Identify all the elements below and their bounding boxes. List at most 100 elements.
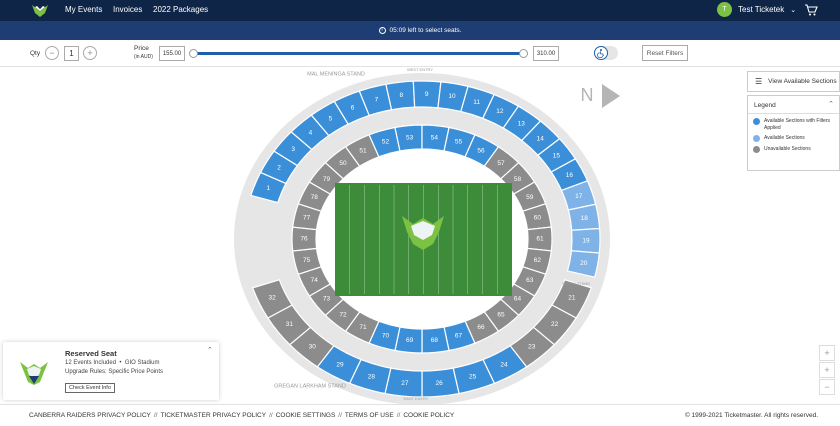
top-stand-label: MAL MENINGA STAND — [307, 71, 365, 77]
section-31-label: 31 — [286, 321, 294, 328]
footer-separator: // — [153, 412, 158, 419]
footer-link-cookie-policy[interactable]: COOKIE POLICY — [403, 412, 454, 419]
side-stand-label: SOUTH STAND — [562, 281, 590, 286]
section-14-label: 14 — [537, 135, 545, 142]
reset-filters-button[interactable]: Reset Filters — [642, 45, 688, 61]
info-icon: i — [378, 27, 386, 34]
nav-my-events[interactable]: My Events — [65, 5, 102, 14]
section-22-label: 22 — [551, 321, 559, 328]
legend-label-filtered: Available Sections with Filters Applied — [764, 118, 831, 131]
legend-title: Legend — [754, 102, 776, 109]
bottom-stand-label: GREGAN LARKHAM STAND — [274, 383, 346, 389]
section-12-label: 12 — [496, 108, 504, 115]
price-label: Price (in AUD) — [134, 45, 153, 61]
section-51-label: 51 — [359, 147, 367, 154]
section-52-label: 52 — [382, 139, 390, 146]
chevron-up-icon[interactable]: ⌃ — [207, 346, 213, 354]
nav-invoices[interactable]: Invoices — [113, 5, 142, 14]
section-60-label: 60 — [534, 215, 542, 222]
section-66-label: 66 — [477, 324, 485, 331]
section-63-label: 63 — [526, 277, 534, 284]
section-16-label: 16 — [566, 172, 574, 179]
accessibility-toggle[interactable] — [594, 46, 618, 60]
section-62-label: 62 — [534, 257, 542, 264]
price-max-input[interactable]: 310.00 — [533, 46, 559, 61]
section-19-label: 19 — [582, 237, 590, 244]
footer-link-ticketmaster-privacy[interactable]: TICKETMASTER PRIVACY POLICY — [160, 412, 266, 419]
section-75-label: 75 — [303, 257, 311, 264]
legend-item-unavailable: Unavailable Sections — [748, 146, 839, 153]
north-arrow-icon — [602, 84, 620, 108]
section-67-label: 67 — [455, 333, 463, 340]
footer-link-raiders-privacy[interactable]: CANBERRA RAIDERS PRIVACY POLICY — [29, 412, 151, 419]
section-74-label: 74 — [311, 277, 319, 284]
zoom-plus-button[interactable]: + — [819, 362, 835, 378]
section-1-label: 1 — [267, 185, 271, 192]
section-65-label: 65 — [497, 312, 505, 319]
reserved-seat-card: Reserved Seat 12 Events Included • GIO S… — [3, 342, 219, 400]
section-53-label: 53 — [406, 134, 414, 141]
section-32-label: 32 — [269, 295, 277, 302]
legend-header[interactable]: Legend ⌃ — [748, 96, 839, 114]
section-56-label: 56 — [477, 147, 485, 154]
section-64-label: 64 — [514, 296, 522, 303]
section-78-label: 78 — [311, 194, 319, 201]
legend-item-available: Available Sections — [748, 135, 839, 142]
section-58-label: 58 — [514, 176, 522, 183]
section-2-label: 2 — [277, 165, 281, 172]
section-29-label: 29 — [336, 361, 344, 368]
stadium-map: 12345678 9 1011121314151617181920212223242… — [234, 67, 620, 405]
section-70-label: 70 — [382, 333, 390, 340]
legend-item-filtered: Available Sections with Filters Applied — [748, 118, 839, 131]
zoom-out-button[interactable]: − — [819, 379, 835, 395]
section-25-label: 25 — [469, 374, 477, 381]
section-57-label: 57 — [497, 160, 505, 167]
canberra-raiders-logo[interactable] — [30, 2, 50, 18]
legend-panel: Legend ⌃ Available Sections with Filters… — [747, 95, 840, 171]
qty-value[interactable]: 1 — [64, 46, 79, 61]
west-entry-label: WEST ENTRY — [407, 67, 433, 72]
user-menu[interactable]: T Test Ticketek ⌄ — [717, 2, 796, 17]
zoom-in-button[interactable]: + — [819, 345, 835, 361]
footer: CANBERRA RAIDERS PRIVACY POLICY // TICKE… — [0, 404, 840, 426]
footer-separator: // — [396, 412, 401, 419]
footer-separator: // — [269, 412, 273, 419]
price-slider-max-handle[interactable] — [519, 49, 528, 58]
section-3-label: 3 — [291, 146, 295, 153]
section-61-label: 61 — [536, 236, 544, 243]
section-59-label: 59 — [526, 194, 534, 201]
qty-increase-button[interactable]: + — [83, 46, 97, 60]
section-68-label: 68 — [431, 337, 439, 344]
copyright: © 1999-2021 Ticketmaster. All rights res… — [684, 412, 818, 419]
view-available-sections-button[interactable]: ☰ View Available Sections — [747, 71, 840, 92]
legend-dot-filtered — [753, 118, 760, 125]
wheelchair-icon — [594, 46, 608, 60]
footer-link-cookie-settings[interactable]: COOKIE SETTINGS — [276, 412, 336, 419]
section-7-label: 7 — [375, 96, 379, 103]
check-event-info-button[interactable]: Check Event Info — [65, 383, 115, 393]
section-5-label: 5 — [329, 115, 333, 122]
section-55-label: 55 — [455, 139, 463, 146]
raiders-mascot-logo — [20, 362, 48, 385]
section-17-label: 17 — [575, 193, 583, 200]
section-4-label: 4 — [309, 129, 313, 136]
price-unit: (in AUD) — [134, 54, 153, 60]
cart-icon[interactable] — [804, 3, 818, 17]
reserved-title: Reserved Seat — [65, 349, 117, 358]
section-20-label: 20 — [580, 260, 588, 267]
footer-links: CANBERRA RAIDERS PRIVACY POLICY // TICKE… — [29, 412, 454, 419]
legend-label-available: Available Sections — [764, 135, 805, 141]
timer-bar: i 05:09 left to select seats. — [0, 21, 840, 40]
price-min-input[interactable]: 155.00 — [159, 46, 185, 61]
price-slider-min-handle[interactable] — [189, 49, 198, 58]
section-23-label: 23 — [528, 343, 536, 350]
section-15-label: 15 — [553, 153, 561, 160]
section-18-label: 18 — [581, 215, 589, 222]
section-11-label: 11 — [473, 99, 480, 106]
qty-decrease-button[interactable]: − — [45, 46, 59, 60]
footer-link-terms[interactable]: TERMS OF USE — [345, 412, 394, 419]
nav-2022-packages[interactable]: 2022 Packages — [153, 5, 208, 14]
list-icon: ☰ — [755, 77, 763, 86]
footer-separator: // — [338, 412, 342, 419]
price-slider-track[interactable] — [193, 52, 523, 55]
